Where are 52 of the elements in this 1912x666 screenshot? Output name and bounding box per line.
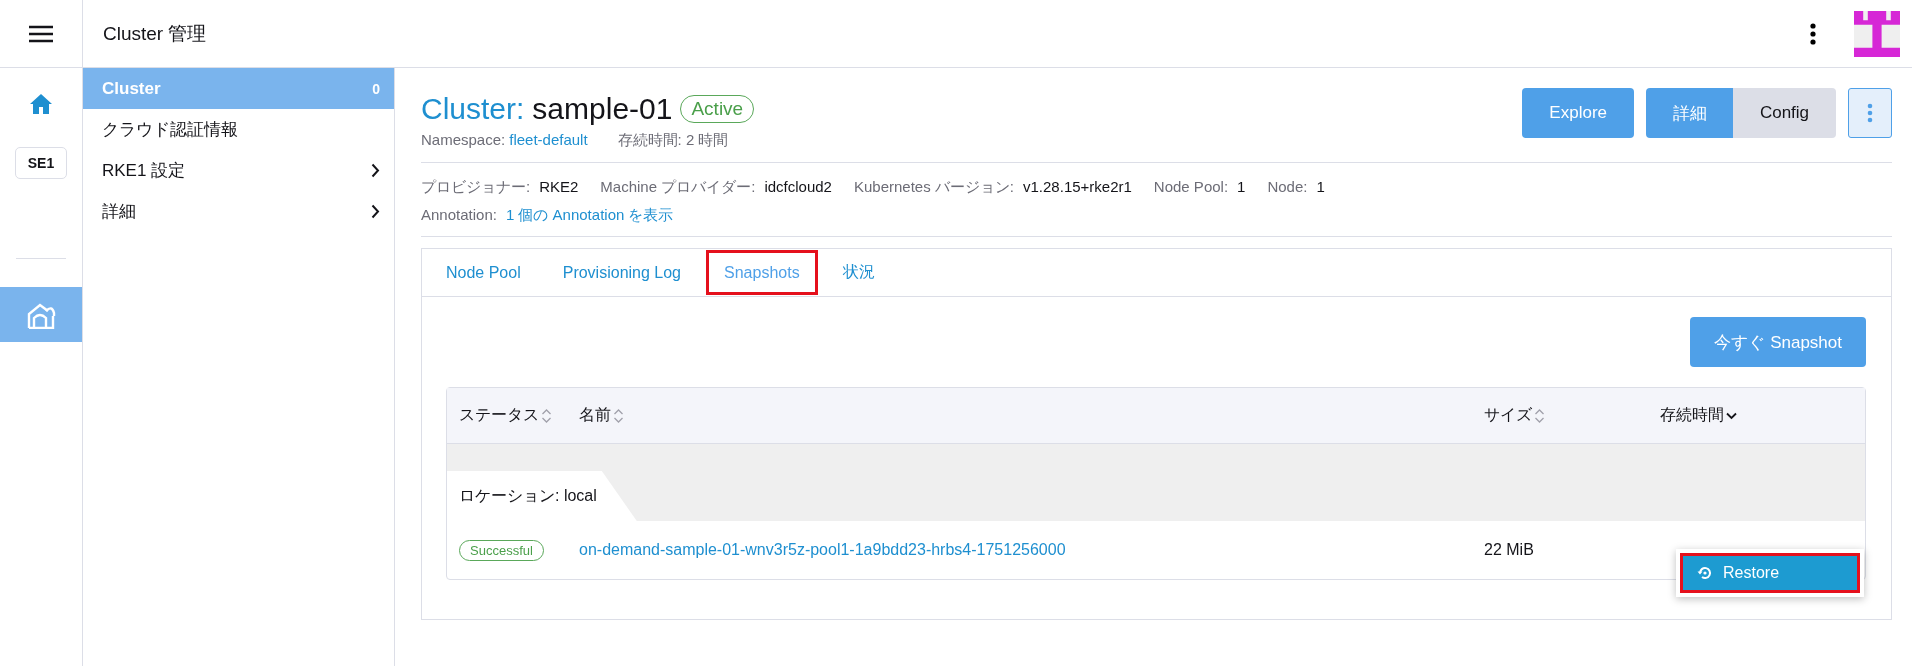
more-icon xyxy=(1867,103,1873,123)
meta-value: idcfcloud2 xyxy=(764,178,832,195)
annotation-label: Annotation: xyxy=(421,206,497,223)
view-toggle-button[interactable]: 詳細 xyxy=(1646,88,1733,138)
tab[interactable]: Provisioning Log xyxy=(545,250,698,295)
tab[interactable]: 状況 xyxy=(825,250,892,295)
age-text: 存続時間: 2 時間 xyxy=(617,131,729,150)
sidebar-label: クラウド認証情報 xyxy=(102,119,238,141)
meta-label: プロビジョナー: xyxy=(421,178,531,195)
sidebar-item[interactable]: クラウド認証情報 xyxy=(83,109,394,150)
title-prefix: Cluster: xyxy=(421,92,525,126)
item-count: 0 xyxy=(372,80,380,97)
table-cell-text: 22 MiB xyxy=(1484,541,1535,559)
sidebar-label: Cluster xyxy=(102,78,161,99)
snapshot-name-link[interactable]: on-demand-sample-01-wnv3r5z-pool1-1a9bdd23-hrbs4-1751256000 xyxy=(579,541,1484,559)
sidebar-label: 詳細 xyxy=(102,201,136,223)
annotation-link[interactable]: 1 個の Annotation を表示 xyxy=(505,206,674,223)
group-label: ロケーション: local xyxy=(447,471,637,521)
column-header[interactable]: ステータス xyxy=(459,405,539,426)
explore-button[interactable]: Explore xyxy=(1522,88,1634,138)
menu-icon[interactable] xyxy=(29,24,53,43)
restore-icon xyxy=(1697,565,1713,581)
more-icon[interactable] xyxy=(1810,22,1816,45)
sidebar-item[interactable]: RKE1 設定 xyxy=(83,150,394,191)
home-icon[interactable] xyxy=(29,93,53,115)
column-header[interactable]: サイズ xyxy=(1484,405,1532,426)
sidebar-item[interactable]: 詳細 xyxy=(83,191,394,232)
page-title: Cluster 管理 xyxy=(102,21,208,46)
actions-menu-button[interactable] xyxy=(1848,88,1892,138)
restore-menu-item[interactable]: Restore xyxy=(1680,553,1860,593)
namespace-link[interactable]: fleet-default xyxy=(509,131,588,148)
tab[interactable]: Snapshots xyxy=(706,250,818,295)
meta-label: Node: xyxy=(1267,178,1308,195)
sidebar-label: RKE1 設定 xyxy=(102,160,186,182)
column-header[interactable]: 名前 xyxy=(579,405,611,426)
meta-value: 1 xyxy=(1237,178,1246,195)
meta-value: RKE2 xyxy=(539,178,579,195)
cluster-badge[interactable]: SE1 xyxy=(14,147,68,179)
meta-label: Node Pool: xyxy=(1153,178,1229,195)
namespace-label: Namespace: xyxy=(421,131,506,148)
rail-cluster-item[interactable] xyxy=(0,287,82,342)
column-header[interactable]: 存続時間 xyxy=(1660,405,1724,426)
meta-label: Kubernetes バージョン: xyxy=(853,178,1014,195)
sidebar-item[interactable]: Cluster 0 xyxy=(83,68,394,109)
meta-label: Machine プロバイダー: xyxy=(600,178,756,195)
meta-value: v1.28.15+rke2r1 xyxy=(1023,178,1132,195)
tab[interactable]: Node Pool xyxy=(429,250,538,295)
meta-value: 1 xyxy=(1316,178,1325,195)
view-toggle-button[interactable]: Config xyxy=(1733,88,1836,138)
cluster-name: sample-01 xyxy=(532,92,673,126)
snapshot-now-button[interactable]: 今すぐ Snapshot xyxy=(1690,317,1866,367)
user-avatar-icon[interactable] xyxy=(1854,10,1900,57)
